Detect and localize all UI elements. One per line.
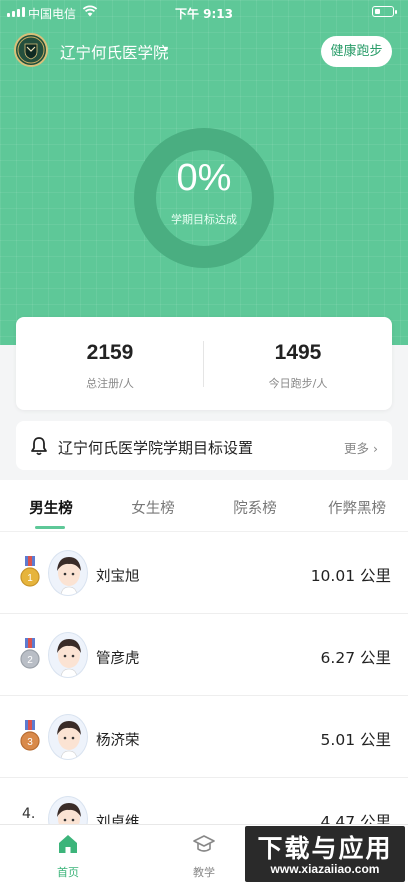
ranking-row[interactable]: 1 刘宝旭 10.01 公里	[0, 532, 408, 614]
school-name[interactable]: 辽宁何氏医学院	[60, 41, 169, 63]
tab-cheat-blacklist[interactable]: 作弊黑榜	[306, 497, 408, 518]
ranking-row[interactable]: 2 管彦虎 6.27 公里	[0, 614, 408, 696]
active-tab-indicator	[35, 526, 65, 529]
registered-stat: 2159 总注册/人	[16, 317, 204, 410]
runner-name: 刘宝旭	[96, 569, 140, 585]
chevron-down-icon[interactable]: ▾	[163, 44, 168, 55]
goal-label: 学期目标达成	[171, 213, 237, 226]
today-run-count: 1495	[274, 341, 322, 364]
status-bar: 中国电信 下午 9:13	[0, 0, 408, 26]
home-icon	[59, 835, 77, 853]
watermark-logo: 下载与应用 www.xiazaiiao.com	[245, 826, 405, 882]
nav-home[interactable]: 首页	[0, 825, 136, 883]
ranking-tabs: 男生榜 女生榜 院系榜 作弊黑榜	[0, 480, 408, 532]
ranking-row[interactable]: 3 杨济荣 5.01 公里	[0, 696, 408, 778]
watermark-url: www.xiazaiiao.com	[270, 862, 380, 876]
svg-text:2: 2	[27, 655, 33, 666]
avatar	[48, 550, 88, 596]
tab-male[interactable]: 男生榜	[0, 497, 102, 518]
health-run-button[interactable]: 健康跑步	[321, 36, 392, 67]
rank-number: 4.	[22, 806, 36, 822]
bronze-medal-icon: 3	[20, 720, 40, 751]
ranking-panel: 男生榜 女生榜 院系榜 作弊黑榜 1 刘宝旭 10.01 公里 2 管彦虎 6.…	[0, 480, 408, 883]
status-time: 下午 9:13	[174, 7, 234, 21]
svg-text:1: 1	[27, 573, 33, 584]
run-distance: 5.01 公里	[320, 731, 391, 749]
run-distance: 6.27 公里	[320, 649, 391, 667]
goal-percent: 0%	[176, 157, 232, 199]
today-run-stat: 1495 今日跑步/人	[204, 317, 392, 410]
runner-name: 杨济荣	[96, 733, 140, 749]
gold-medal-icon: 1	[20, 556, 40, 587]
goal-setting-text: 辽宁何氏医学院学期目标设置	[58, 439, 254, 457]
battery-icon	[372, 6, 397, 17]
avatar	[48, 632, 88, 678]
registered-count: 2159	[86, 341, 134, 364]
svg-text:3: 3	[27, 737, 33, 748]
watermark-title: 下载与应用	[257, 834, 393, 863]
goal-setting-bar[interactable]: 辽宁何氏医学院学期目标设置 更多 ›	[16, 421, 392, 470]
stats-card: 2159 总注册/人 1495 今日跑步/人	[16, 317, 392, 410]
nav-home-label: 首页	[57, 866, 79, 879]
more-link[interactable]: 更多 ›	[344, 438, 378, 457]
run-distance: 10.01 公里	[310, 567, 391, 585]
silver-medal-icon: 2	[20, 638, 40, 669]
tab-female[interactable]: 女生榜	[102, 497, 204, 518]
registered-label: 总注册/人	[86, 377, 134, 390]
graduation-cap-icon	[193, 835, 215, 852]
school-logo[interactable]	[14, 33, 48, 67]
runner-name: 管彦虎	[96, 651, 140, 667]
bell-icon	[31, 437, 47, 456]
today-run-label: 今日跑步/人	[268, 377, 328, 390]
tab-department[interactable]: 院系榜	[204, 497, 306, 518]
avatar	[48, 714, 88, 760]
